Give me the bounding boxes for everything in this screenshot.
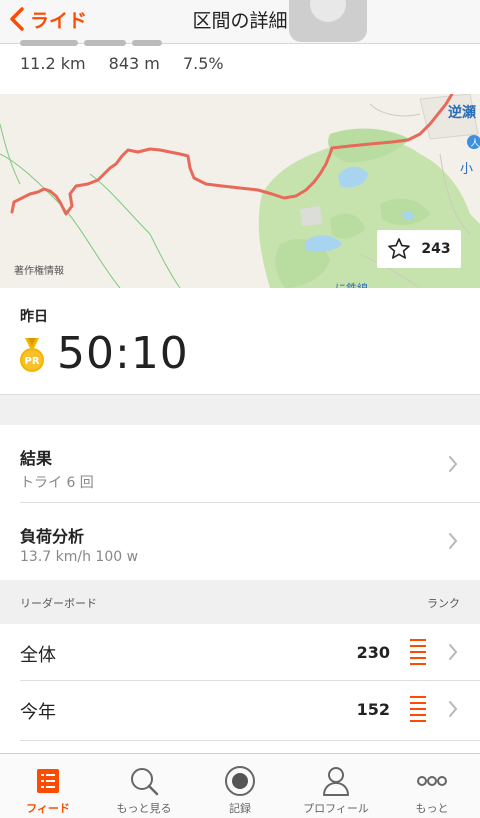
map-place-label: 逆瀬 <box>448 105 476 121</box>
effort-time: 50:10 <box>57 328 189 379</box>
map-place-label-2: 小 <box>460 162 474 177</box>
segment-stats: 11.2 km 843 m 7.5% <box>0 40 480 94</box>
leaderboard-rank-value: 230 <box>356 643 390 662</box>
rank-column-header: ランク <box>427 597 460 610</box>
feed-icon <box>37 769 59 793</box>
leaderboard-rank-value: 152 <box>356 700 390 719</box>
chevron-right-icon <box>449 456 458 472</box>
distance-value: 11.2 km <box>20 54 86 73</box>
effort-date: 昨日 <box>20 309 48 325</box>
rank-bars-icon <box>410 639 426 665</box>
map-place-label-3: に鉄線 <box>335 280 368 288</box>
stats-labels-cutoff <box>20 40 240 50</box>
section-spacer <box>0 395 480 425</box>
svg-text:人: 人 <box>471 138 480 149</box>
analysis-title: 負荷分析 <box>20 527 85 546</box>
chevron-right-icon <box>449 701 458 717</box>
segment-map[interactable]: 人 逆瀬 小 に鉄線 著作権情報 243 <box>0 94 480 288</box>
assistive-touch-button[interactable] <box>289 0 367 42</box>
map-copyright[interactable]: 著作権情報 <box>14 262 64 277</box>
tab-more[interactable]: もっと <box>384 754 480 818</box>
results-row[interactable]: 結果 トライ 6 回 <box>0 425 480 503</box>
stats-values: 11.2 km 843 m 7.5% <box>20 54 242 73</box>
grade-value: 7.5% <box>182 54 224 73</box>
results-subtitle: トライ 6 回 <box>20 475 94 491</box>
profile-icon <box>323 767 349 796</box>
leaderboard-title: リーダーボード <box>20 597 97 610</box>
chevron-right-icon <box>449 533 458 549</box>
rank-bars-icon <box>410 696 426 722</box>
tab-feed[interactable]: フィード <box>0 754 96 818</box>
tab-explore[interactable]: もっと見る <box>96 754 192 818</box>
tab-profile[interactable]: プロフィール <box>288 754 384 818</box>
effort-summary: 昨日 PR 50:10 <box>0 288 480 395</box>
tab-label: フィード <box>26 802 70 815</box>
more-icon <box>417 776 447 786</box>
leaderboard-label: 全体 <box>20 645 56 666</box>
leaderboard-row-overall[interactable]: 全体 230 <box>0 624 480 681</box>
analysis-subtitle: 13.7 km/h 100 w <box>20 549 139 565</box>
chevron-right-icon <box>449 644 458 660</box>
tab-label: プロフィール <box>303 802 369 815</box>
tab-label: 記録 <box>229 802 251 815</box>
leaderboard-header: リーダーボード ランク <box>0 580 480 624</box>
pr-badge-text: PR <box>24 356 39 367</box>
navigation-bar: ライド 区間の詳細 <box>0 0 480 44</box>
tab-bar: フィード もっと見る 記録 プロフィール もっと <box>0 753 480 818</box>
leaderboard-label: 今年 <box>20 702 56 723</box>
star-count: 243 <box>421 241 451 257</box>
row-divider <box>20 740 480 741</box>
star-icon <box>388 238 411 259</box>
results-title: 結果 <box>20 449 53 468</box>
search-icon <box>131 768 159 796</box>
analysis-row[interactable]: 負荷分析 13.7 km/h 100 w <box>0 503 480 580</box>
pr-medal-icon: PR <box>20 338 44 372</box>
tab-label: もっと <box>415 802 449 815</box>
star-segment-button[interactable]: 243 <box>377 230 461 268</box>
elevation-value: 843 m <box>108 54 160 73</box>
page-title: 区間の詳細 <box>192 10 288 32</box>
record-icon <box>225 766 255 796</box>
leaderboard-row-this-year[interactable]: 今年 152 <box>0 681 480 741</box>
tab-record[interactable]: 記録 <box>192 754 288 818</box>
tab-label: もっと見る <box>116 802 172 815</box>
